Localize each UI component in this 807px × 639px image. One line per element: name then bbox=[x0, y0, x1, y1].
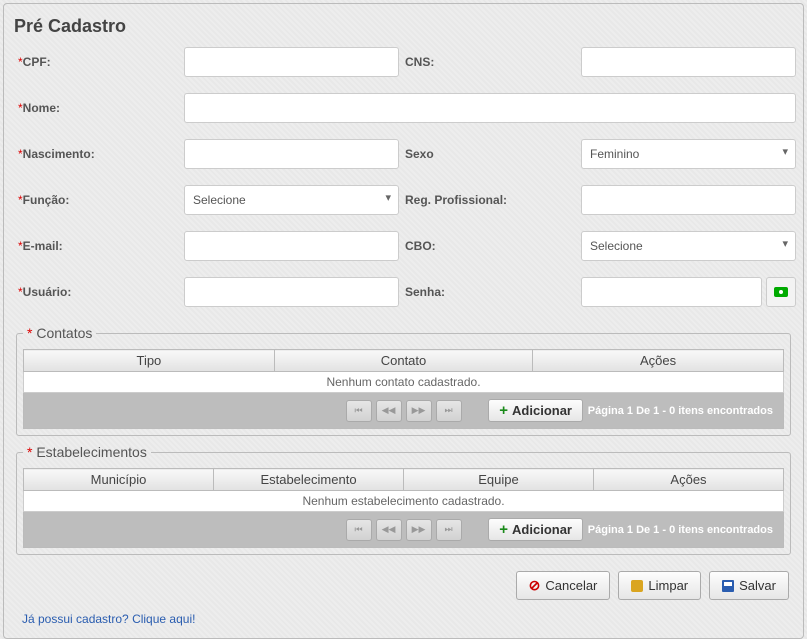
plus-icon: + bbox=[499, 522, 508, 537]
contatos-empty: Nenhum contato cadastrado. bbox=[24, 372, 784, 393]
label-email: *E-mail: bbox=[18, 239, 178, 253]
th-tipo: Tipo bbox=[24, 350, 275, 372]
th-equipe: Equipe bbox=[404, 469, 594, 491]
label-senha: Senha: bbox=[405, 285, 575, 299]
estabelecimentos-fieldset: * Estabelecimentos Município Estabelecim… bbox=[16, 444, 791, 555]
select-cbo[interactable]: Selecione bbox=[581, 231, 796, 261]
th-contato: Contato bbox=[274, 350, 532, 372]
pager-next-icon[interactable]: ▶▶ bbox=[406, 400, 432, 422]
label-cns: CNS: bbox=[405, 55, 575, 69]
save-icon bbox=[722, 580, 734, 592]
estab-table: Município Estabelecimento Equipe Ações N… bbox=[23, 468, 784, 512]
pager-prev-icon[interactable]: ◀◀ bbox=[376, 519, 402, 541]
contatos-add-button[interactable]: +Adicionar bbox=[488, 399, 583, 422]
pager-last-icon[interactable]: ⏭ bbox=[436, 400, 462, 422]
input-nascimento[interactable] bbox=[184, 139, 399, 169]
salvar-button[interactable]: Salvar bbox=[709, 571, 789, 600]
plus-icon: + bbox=[499, 403, 508, 418]
input-usuario[interactable] bbox=[184, 277, 399, 307]
login-link[interactable]: Já possui cadastro? Clique aqui! bbox=[12, 608, 205, 630]
page-title: Pré Cadastro bbox=[12, 12, 795, 47]
pre-cadastro-panel: Pré Cadastro *CPF: CNS: *Nome: *Nascimen… bbox=[3, 3, 804, 639]
contatos-legend: * Contatos bbox=[23, 325, 96, 341]
label-sexo: Sexo bbox=[405, 147, 575, 161]
input-email[interactable] bbox=[184, 231, 399, 261]
cancel-icon: ⊘ bbox=[529, 577, 541, 594]
th-acoes: Ações bbox=[533, 350, 784, 372]
action-row: ⊘Cancelar Limpar Salvar bbox=[12, 563, 795, 608]
estab-page-info: Página 1 De 1 - 0 itens encontrados bbox=[588, 524, 773, 536]
label-cpf: *CPF: bbox=[18, 55, 178, 69]
th-municipio: Município bbox=[24, 469, 214, 491]
pager-first-icon[interactable]: ⏮ bbox=[346, 400, 372, 422]
estab-legend: * Estabelecimentos bbox=[23, 444, 151, 460]
estab-pager: ⏮ ◀◀ ▶▶ ⏭ +Adicionar Página 1 De 1 - 0 i… bbox=[23, 512, 784, 548]
label-cbo: CBO: bbox=[405, 239, 575, 253]
select-sexo[interactable]: Feminino bbox=[581, 139, 796, 169]
pager-first-icon[interactable]: ⏮ bbox=[346, 519, 372, 541]
generate-password-button[interactable] bbox=[766, 277, 796, 307]
input-regprof[interactable] bbox=[581, 185, 796, 215]
pager-next-icon[interactable]: ▶▶ bbox=[406, 519, 432, 541]
label-usuario: *Usuário: bbox=[18, 285, 178, 299]
input-cns[interactable] bbox=[581, 47, 796, 77]
input-nome[interactable] bbox=[184, 93, 796, 123]
contatos-fieldset: * Contatos Tipo Contato Ações Nenhum con… bbox=[16, 325, 791, 436]
label-regprof: Reg. Profissional: bbox=[405, 193, 575, 207]
pager-last-icon[interactable]: ⏭ bbox=[436, 519, 462, 541]
cancel-button[interactable]: ⊘Cancelar bbox=[516, 571, 611, 600]
label-funcao: *Função: bbox=[18, 193, 178, 207]
contatos-page-info: Página 1 De 1 - 0 itens encontrados bbox=[588, 405, 773, 417]
select-funcao[interactable]: Selecione bbox=[184, 185, 399, 215]
estab-empty: Nenhum estabelecimento cadastrado. bbox=[24, 491, 784, 512]
th-estabelecimento: Estabelecimento bbox=[214, 469, 404, 491]
contatos-pager: ⏮ ◀◀ ▶▶ ⏭ +Adicionar Página 1 De 1 - 0 i… bbox=[23, 393, 784, 429]
label-nascimento: *Nascimento: bbox=[18, 147, 178, 161]
input-cpf[interactable] bbox=[184, 47, 399, 77]
input-senha[interactable] bbox=[581, 277, 762, 307]
pager-prev-icon[interactable]: ◀◀ bbox=[376, 400, 402, 422]
limpar-button[interactable]: Limpar bbox=[618, 571, 701, 600]
broom-icon bbox=[631, 580, 643, 592]
form-grid: *CPF: CNS: *Nome: *Nascimento: Sexo Femi… bbox=[12, 47, 795, 317]
th-acoes2: Ações bbox=[594, 469, 784, 491]
estab-add-button[interactable]: +Adicionar bbox=[488, 518, 583, 541]
contatos-table: Tipo Contato Ações Nenhum contato cadast… bbox=[23, 349, 784, 393]
key-icon bbox=[774, 287, 788, 297]
label-nome: *Nome: bbox=[18, 101, 178, 115]
